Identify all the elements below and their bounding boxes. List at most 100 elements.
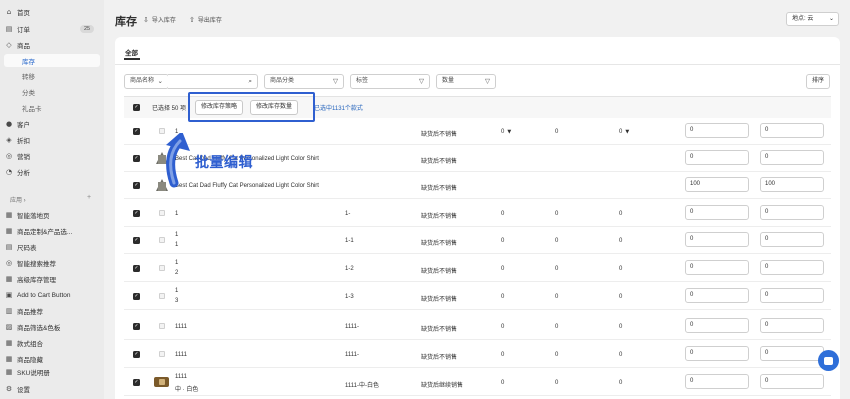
available-qty-input[interactable]: 0 [685,205,749,220]
apps-section-label[interactable]: 应用 › [10,195,26,204]
row-checkbox[interactable]: ✓ [133,323,140,330]
on-hand-qty: 0 [619,324,622,330]
on-hand-qty-input[interactable]: 0 [760,260,824,275]
sidebar-app-landing[interactable]: ▦ 智能落地页 [5,209,50,221]
inventory-policy: 缺货后不销售 [421,159,458,165]
on-hand-qty-input[interactable]: 0 [760,205,824,220]
import-label: 导入库存 [151,18,176,24]
sidebar-item-home[interactable]: ⌂ 首页 [5,6,30,18]
row-checkbox[interactable]: ✓ [133,293,140,300]
sidebar-item-settings[interactable]: ⚙ 设置 [5,383,30,395]
product-name[interactable]: 1 [175,232,178,238]
select-all-variants-link[interactable]: 已选中1131个款式 [314,103,363,112]
table-row[interactable]: ✓ 1111 1111- 缺货后不销售 0 0 0 0 0 [124,341,831,368]
available-qty-input[interactable]: 0 [685,318,749,333]
tab-all[interactable]: 全部 [125,47,138,57]
row-checkbox[interactable]: ✓ [133,128,140,135]
available-qty-input[interactable]: 0 [685,374,749,389]
tag-filter[interactable]: 标签 ▽ [350,74,430,89]
sidebar-app-filter[interactable]: ▨ 商品筛选&色板 [5,321,61,333]
app-icon: ▤ [5,243,13,251]
product-name[interactable]: 1 [175,211,178,217]
import-inventory-button[interactable]: ⇩ 导入库存 [143,15,176,25]
sidebar-item-analytics[interactable]: ◔ 分析 [5,166,30,178]
table-row[interactable]: ✓ 1 2 1-2 缺货后不销售 0 0 0 0 0 [124,255,831,282]
product-name[interactable]: 1111 [175,352,187,358]
product-name[interactable]: 1 [175,260,178,266]
on-hand-qty-input[interactable]: 100 [760,177,824,192]
on-hand-qty: 0 [619,352,622,358]
on-hand-value: 0 [619,266,623,272]
available-qty-input[interactable]: 0 [685,288,749,303]
sort-button[interactable]: 排序 [806,74,830,89]
quantity-filter[interactable]: 数量 ▽ [436,74,496,89]
sidebar-item-inventory[interactable]: 库存 [4,54,100,67]
table-row[interactable]: ✓ 1111 中 · 白色 1111-中-白色 缺货后继续销售 0 0 0 0 0 [124,369,831,396]
row-checkbox[interactable]: ✓ [133,155,140,162]
available-qty-input[interactable]: 0 [685,123,749,138]
sidebar-item-label: 商品 [17,43,30,50]
table-row[interactable]: ✓ 1 1- 缺货后不销售 0 0 0 0 0 [124,200,831,227]
on-hand-value: 0 [619,380,623,386]
sidebar-item-discounts[interactable]: ◈ 折扣 [5,134,30,146]
on-hand-qty-input[interactable]: 0 [760,150,824,165]
table-row[interactable]: ✓ 1111 1111- 缺货后不销售 0 0 0 0 0 [124,313,831,340]
on-hand-qty-input[interactable]: 0 [760,318,824,333]
app-icon: ▣ [5,291,13,299]
row-checkbox[interactable]: ✓ [133,210,140,217]
on-hand-qty-input[interactable]: 0 [760,288,824,303]
chat-button[interactable] [818,350,839,371]
select-all-checkbox[interactable]: ✓ [133,104,140,111]
on-hand-qty-input[interactable]: 0 [760,374,824,389]
sku: 1111-中-白色 [345,383,380,389]
sidebar-item-transfers[interactable]: 转移 [22,70,35,82]
product-name[interactable]: 1 [175,288,178,294]
location-select[interactable]: 地点: 云 ⌄ [786,12,839,26]
sidebar-app-hide[interactable]: ▦ 商品隐藏 [5,353,43,365]
table-row[interactable]: ✓ 1 缺货后不销售 0 ▼ 0 0 ▼ 0 0 [124,118,831,145]
product-name[interactable]: 1111 [175,374,187,380]
sidebar-app-sku[interactable]: ▦ SKU说明册 [5,368,50,376]
sidebar-item-orders[interactable]: ▤ 订单 [5,23,30,35]
row-checkbox[interactable]: ✓ [133,351,140,358]
table-row[interactable]: ✓ 1 1 1-1 缺货后不销售 0 0 0 0 0 [124,227,831,254]
export-inventory-button[interactable]: ⇧ 导出库存 [189,15,222,25]
sidebar-item-marketing[interactable]: ◎ 营销 [5,150,30,162]
row-checkbox[interactable]: ✓ [133,379,140,386]
sidebar-item-collections[interactable]: 分类 [22,86,35,98]
available-qty-input[interactable]: 0 [685,346,749,361]
caret-down-icon[interactable]: ▼ [625,129,629,135]
sidebar-app-size-chart[interactable]: ▤ 尺码表 [5,241,37,253]
sidebar-app-customizer[interactable]: ▦ 商品定制&产品选... [5,225,73,237]
sidebar-app-bundle[interactable]: ▦ 款式组合 [5,337,43,349]
sidebar-item-customers[interactable]: ● 客户 [5,118,30,130]
available-qty-input[interactable]: 0 [685,260,749,275]
search-input[interactable]: ⌕ [168,74,258,89]
row-checkbox[interactable]: ✓ [133,237,140,244]
sidebar-app-add-to-cart[interactable]: ▣ Add to Cart Button [5,289,71,301]
sidebar-app-search[interactable]: ◎ 智能搜索推荐 [5,257,56,269]
product-name[interactable]: 1111 [175,324,187,330]
sidebar-item-label: 分析 [17,170,30,177]
available-qty-input[interactable]: 100 [685,177,749,192]
table-row[interactable]: ✓ 1 3 1-3 缺货后不销售 0 0 0 0 0 [124,283,831,310]
sku: 1-1 [345,238,354,244]
table-row[interactable]: ✓ Best Cat Dad Fluffy Cat Personalized Li… [124,172,831,199]
on-hand-qty-input[interactable]: 0 [760,232,824,247]
sidebar-item-label: 款式组合 [17,341,43,348]
category-filter[interactable]: 商品分类 ▽ [264,74,344,89]
available-qty-input[interactable]: 0 [685,150,749,165]
on-hand-qty-input[interactable]: 0 [760,123,824,138]
available-qty-input[interactable]: 0 [685,232,749,247]
products-icon: ◇ [6,41,12,49]
caret-down-icon[interactable]: ▼ [507,129,511,135]
on-hand-qty-input[interactable]: 0 [760,346,824,361]
sidebar-item-gift-cards[interactable]: 礼品卡 [22,102,42,114]
add-app-icon[interactable]: + [87,194,91,201]
sidebar-item-products[interactable]: ◇ 商品 [5,39,30,51]
sidebar-app-advanced-inventory[interactable]: ▦ 高级库存管理 [5,273,56,285]
row-checkbox[interactable]: ✓ [133,182,140,189]
row-checkbox[interactable]: ✓ [133,265,140,272]
sidebar-app-recommend[interactable]: ▥ 商品推荐 [5,305,43,317]
product-name-select[interactable]: 商品名称 ⌄ [124,74,169,89]
